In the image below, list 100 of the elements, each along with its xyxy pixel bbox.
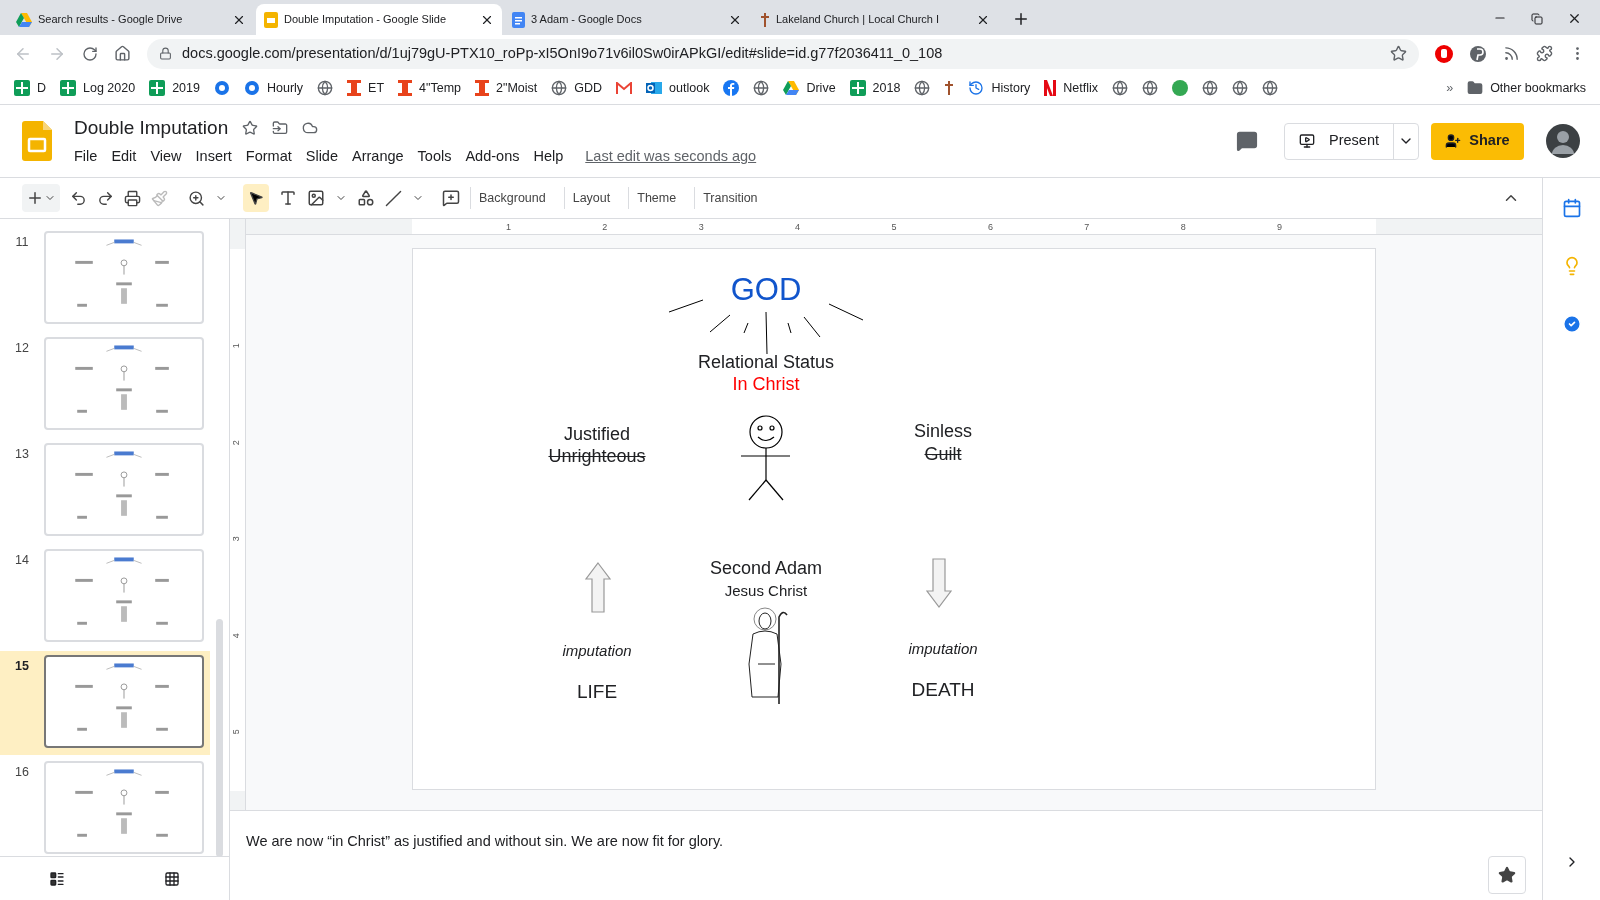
shape-icon[interactable] bbox=[357, 189, 375, 207]
ruler-number: 1 bbox=[229, 343, 242, 349]
menu-item[interactable]: Tools bbox=[417, 146, 452, 169]
menu-item[interactable]: Slide bbox=[305, 146, 338, 169]
thumbnail-row[interactable]: 13 bbox=[0, 439, 210, 543]
bookmark[interactable] bbox=[944, 81, 955, 95]
document-title[interactable]: Double Imputation bbox=[74, 113, 229, 143]
bookmark[interactable]: History bbox=[968, 78, 1031, 98]
undo-icon[interactable] bbox=[70, 189, 87, 207]
bookmark[interactable] bbox=[1202, 80, 1219, 96]
close-icon[interactable] bbox=[1567, 11, 1582, 26]
bookmark[interactable]: Netflix bbox=[1044, 78, 1099, 98]
menu-item[interactable]: Edit bbox=[111, 146, 137, 169]
menu-item[interactable]: File bbox=[74, 146, 98, 169]
bookmark-label: 2018 bbox=[872, 79, 901, 97]
browser-tab[interactable]: Lakeland Church | Local Church I bbox=[752, 4, 998, 35]
tab-title: Search results - Google Drive bbox=[38, 12, 184, 28]
scrollbar[interactable] bbox=[216, 619, 223, 856]
calendar-icon[interactable] bbox=[1561, 198, 1582, 218]
thumbnail-row[interactable]: 16 bbox=[0, 757, 210, 856]
image-icon[interactable] bbox=[307, 189, 325, 207]
thumbnail-row[interactable]: 15 bbox=[0, 651, 210, 755]
last-edit-link[interactable]: Last edit was seconds ago bbox=[585, 146, 757, 169]
bookmark[interactable]: 4"Temp bbox=[398, 78, 462, 98]
bookmark[interactable]: Hourly bbox=[244, 78, 304, 98]
star-icon[interactable] bbox=[242, 120, 259, 137]
home-icon[interactable] bbox=[114, 45, 131, 62]
line-icon[interactable] bbox=[385, 189, 402, 207]
bookmark[interactable]: 2018 bbox=[849, 78, 901, 98]
mail-icon bbox=[616, 82, 633, 94]
bookmark[interactable] bbox=[214, 80, 230, 96]
new-tab-icon[interactable] bbox=[1012, 10, 1030, 28]
stop-sign-icon[interactable] bbox=[1435, 44, 1453, 63]
bookmark[interactable] bbox=[1262, 80, 1279, 96]
move-icon[interactable] bbox=[272, 120, 289, 137]
toolbar-button[interactable]: Theme bbox=[628, 187, 685, 209]
tasks-icon[interactable] bbox=[1561, 314, 1582, 334]
slide-number: 14 bbox=[14, 552, 30, 569]
filmstrip-view-icon[interactable] bbox=[49, 870, 66, 887]
bookmark-star-icon[interactable] bbox=[1390, 45, 1407, 62]
add-comment-icon[interactable] bbox=[442, 189, 460, 207]
bookmark[interactable] bbox=[1112, 80, 1129, 96]
bookmark[interactable] bbox=[1232, 80, 1249, 96]
comments-icon[interactable] bbox=[1236, 130, 1258, 152]
browser-tab[interactable]: Double Imputation - Google Slide bbox=[256, 4, 502, 35]
menu-item[interactable]: Format bbox=[245, 146, 292, 169]
pin-icon[interactable] bbox=[1469, 44, 1487, 63]
browser-tab[interactable]: 3 Adam - Google Docs bbox=[504, 4, 750, 35]
bookmark[interactable] bbox=[723, 80, 740, 96]
ruler-number: 3 bbox=[229, 536, 242, 542]
zoom-icon[interactable] bbox=[188, 189, 205, 207]
avatar-icon[interactable] bbox=[1546, 124, 1580, 158]
drive-icon bbox=[783, 81, 800, 95]
rss-icon[interactable] bbox=[1503, 45, 1520, 62]
restore-icon[interactable] bbox=[1531, 13, 1543, 25]
share-button[interactable]: Share bbox=[1431, 122, 1524, 160]
bookmark[interactable] bbox=[1142, 80, 1159, 96]
address-field[interactable]: docs.google.com/presentation/d/1uj79gU-PTX10_roPp-xI5OnI9o71v6il0Sw0irAPkGI/edit#slide=id.g77f2036411_0_108 bbox=[147, 38, 1419, 69]
new-slide-button[interactable] bbox=[22, 184, 60, 212]
bookmark[interactable]: D bbox=[14, 78, 47, 98]
bookmark[interactable]: outlook bbox=[646, 78, 710, 98]
toolbar-button[interactable]: Background bbox=[470, 187, 554, 209]
browser-tab[interactable]: Search results - Google Drive bbox=[8, 4, 254, 35]
extensions-icon[interactable] bbox=[1536, 45, 1553, 62]
menu-item[interactable]: Insert bbox=[195, 146, 232, 169]
toolbar-button[interactable]: Transition bbox=[694, 187, 766, 209]
print-icon[interactable] bbox=[124, 189, 141, 207]
bookmark[interactable]: GDD bbox=[551, 78, 603, 98]
globe-icon bbox=[1262, 80, 1279, 96]
slide-number: 16 bbox=[14, 764, 30, 781]
menu-item[interactable]: Add-ons bbox=[465, 146, 520, 169]
thumbnail-row[interactable]: 11 bbox=[0, 227, 210, 331]
thumbnail-row[interactable]: 14 bbox=[0, 545, 210, 649]
more-bookmarks[interactable]: » bbox=[1446, 78, 1454, 98]
toolbar-button[interactable]: Layout bbox=[563, 187, 619, 209]
other-bookmarks[interactable]: Other bookmarks bbox=[1467, 78, 1586, 98]
folder-icon bbox=[1467, 80, 1484, 96]
redo-icon[interactable] bbox=[97, 189, 114, 207]
bookmark[interactable] bbox=[317, 80, 334, 96]
menu-item[interactable]: View bbox=[150, 146, 182, 169]
bookmark[interactable]: 2"Moist bbox=[475, 78, 538, 98]
grid-view-icon[interactable] bbox=[163, 870, 180, 887]
bookmark[interactable]: Drive bbox=[783, 78, 836, 98]
bookmark[interactable]: 2019 bbox=[149, 78, 200, 98]
menu-item[interactable]: Help bbox=[533, 146, 564, 169]
menu-item[interactable]: Arrange bbox=[352, 146, 404, 169]
thumbnail-row[interactable]: 12 bbox=[0, 333, 210, 437]
bookmark[interactable] bbox=[1172, 80, 1189, 96]
lock-icon bbox=[159, 47, 172, 60]
bookmark[interactable] bbox=[914, 80, 931, 96]
bookmark[interactable] bbox=[753, 80, 770, 96]
bookmark[interactable] bbox=[616, 82, 633, 94]
bookmark-label: outlook bbox=[669, 79, 710, 97]
reload-icon[interactable] bbox=[82, 45, 98, 62]
bookmark-label: ET bbox=[368, 79, 385, 97]
select-tool[interactable] bbox=[243, 184, 269, 212]
explore-button[interactable] bbox=[1488, 856, 1526, 894]
text-box-icon[interactable] bbox=[279, 189, 297, 207]
bookmark[interactable]: ET bbox=[347, 78, 385, 98]
bookmark[interactable]: Log 2020 bbox=[60, 78, 136, 98]
